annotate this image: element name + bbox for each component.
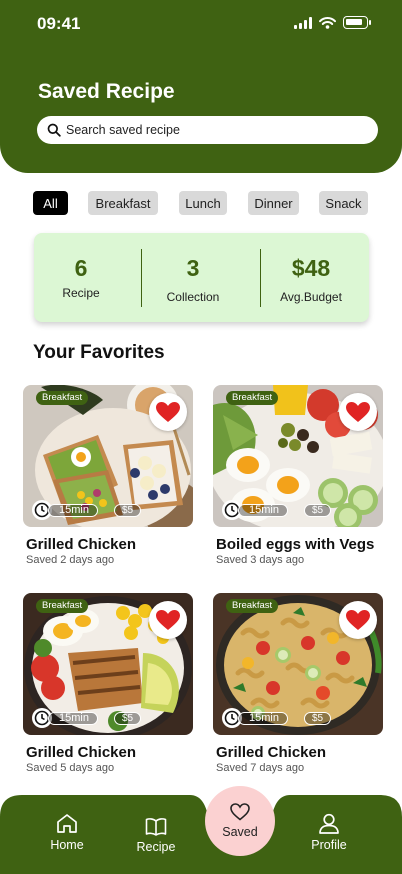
cook-time: 15min <box>238 711 288 725</box>
favorite-button[interactable] <box>149 393 187 431</box>
chip-all[interactable]: All <box>33 191 68 215</box>
nav-saved-label: Saved <box>222 825 258 839</box>
stat-budget: $48 Avg.Budget <box>256 233 366 322</box>
cook-time: 15min <box>48 711 98 725</box>
favorite-button[interactable] <box>339 601 377 639</box>
saved-time: Saved 2 days ago <box>26 554 115 566</box>
chip-breakfast[interactable]: Breakfast <box>88 191 158 215</box>
recipe-meta: 15min $5 <box>222 500 332 520</box>
chip-snack[interactable]: Snack <box>319 191 368 215</box>
search-input[interactable] <box>66 123 356 137</box>
search-icon <box>47 123 61 137</box>
stat-label: Avg.Budget <box>280 290 342 304</box>
favorite-button[interactable] <box>149 601 187 639</box>
recipe-meta: 15min $5 <box>222 708 332 728</box>
nav-recipe[interactable]: Recipe <box>131 817 181 854</box>
recipe-title: Grilled Chicken <box>26 744 137 761</box>
battery-icon <box>343 16 371 29</box>
recipe-title: Grilled Chicken <box>26 536 137 553</box>
recipe-card[interactable]: Breakfast 15min $5 Boiled eggs with Vegs… <box>213 385 383 566</box>
price: $5 <box>113 711 142 725</box>
category-tag: Breakfast <box>36 599 89 613</box>
heart-outline-icon <box>230 803 250 821</box>
heart-icon <box>346 609 370 630</box>
book-icon <box>145 818 167 836</box>
saved-time: Saved 3 days ago <box>216 554 305 566</box>
category-tag: Breakfast <box>226 599 279 613</box>
recipe-image: Breakfast 15min $5 <box>23 593 193 735</box>
stat-recipe: 6 Recipe <box>26 233 136 322</box>
recipe-image: Breakfast 15min $5 <box>23 385 193 527</box>
nav-profile[interactable]: Profile <box>306 813 352 852</box>
recipe-title: Grilled Chicken <box>216 744 327 761</box>
profile-icon <box>319 813 339 834</box>
stat-value: $48 <box>291 255 331 281</box>
stat-value: 6 <box>74 255 88 281</box>
saved-time: Saved 7 days ago <box>216 762 305 774</box>
stat-label: Collection <box>166 290 220 304</box>
nav-home-label: Home <box>50 838 84 852</box>
saved-time: Saved 5 days ago <box>26 762 115 774</box>
recipe-card[interactable]: Breakfast 15min $5 Grilled Chicken Saved… <box>213 593 383 774</box>
nav-recipe-label: Recipe <box>136 840 176 854</box>
recipe-title: Boiled eggs with Vegs <box>216 536 375 553</box>
status-time: 09:41 <box>37 14 81 33</box>
cook-time: 15min <box>238 503 288 517</box>
bottom-nav: Home Recipe Saved Profile <box>0 786 402 874</box>
favorites-title: Your Favorites <box>33 342 165 363</box>
stat-label: Recipe <box>62 286 100 300</box>
stat-value: 3 <box>186 255 200 281</box>
price: $5 <box>303 503 332 517</box>
nav-saved[interactable]: Saved <box>205 786 275 856</box>
home-icon <box>57 814 77 833</box>
recipe-image: Breakfast 15min $5 <box>213 385 383 527</box>
signal-icon <box>294 16 312 29</box>
header: 09:41 Saved Recipe <box>0 0 402 173</box>
category-tag: Breakfast <box>226 391 279 405</box>
recipe-meta: 15min $5 <box>32 500 142 520</box>
nav-home[interactable]: Home <box>44 813 90 852</box>
search-box[interactable] <box>37 116 378 144</box>
heart-icon <box>156 401 180 422</box>
chip-dinner[interactable]: Dinner <box>248 191 299 215</box>
cook-time: 15min <box>48 503 98 517</box>
category-tag: Breakfast <box>36 391 89 405</box>
recipe-meta: 15min $5 <box>32 708 142 728</box>
heart-icon <box>156 609 180 630</box>
heart-icon <box>346 401 370 422</box>
price: $5 <box>303 711 332 725</box>
page-title: Saved Recipe <box>38 80 175 103</box>
recipe-card[interactable]: Breakfast 15min $5 Grilled Chicken Saved… <box>23 385 193 566</box>
saved-recipe-screen: 09:41 Saved Recipe All <box>0 0 402 874</box>
wifi-icon <box>319 16 336 29</box>
recipe-card[interactable]: Breakfast 15min $5 Grilled Chicken Saved… <box>23 593 193 774</box>
nav-profile-label: Profile <box>311 838 347 852</box>
favorite-button[interactable] <box>339 393 377 431</box>
status-icons <box>294 16 371 29</box>
stat-collection: 3 Collection <box>138 233 248 322</box>
price: $5 <box>113 503 142 517</box>
chip-lunch[interactable]: Lunch <box>179 191 227 215</box>
recipe-image: Breakfast 15min $5 <box>213 593 383 735</box>
status-bar: 09:41 <box>0 0 402 48</box>
stats-card: 6 Recipe 3 Collection $48 Avg.Budget <box>34 233 369 322</box>
